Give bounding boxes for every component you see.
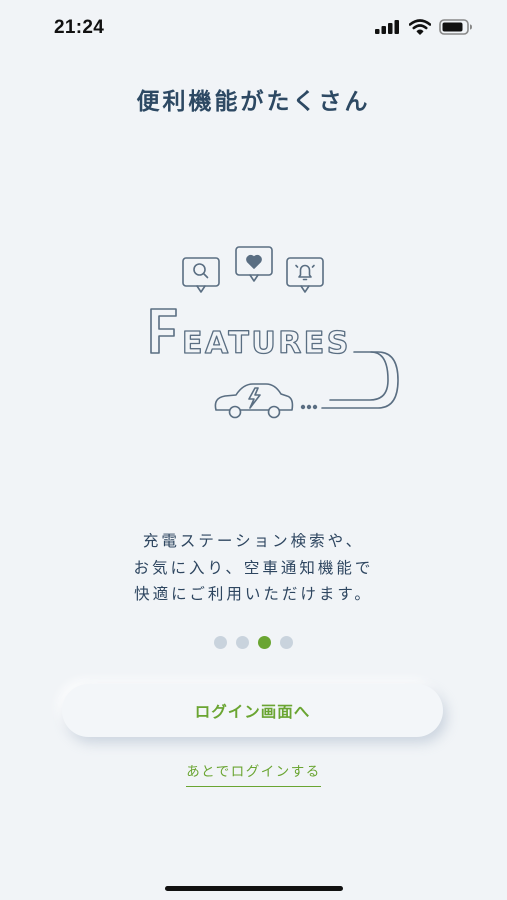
page-title: 便利機能がたくさん: [136, 89, 371, 115]
search-bubble-icon: [182, 257, 220, 293]
features-illustration: EATURES: [150, 246, 399, 419]
description-line: 快適にご利用いただけます。: [134, 585, 373, 603]
page-dot[interactable]: [236, 636, 249, 649]
page-dot[interactable]: [214, 636, 227, 649]
home-indicator[interactable]: [165, 886, 343, 891]
page-dot-active[interactable]: [258, 636, 271, 649]
status-bar: 21:24: [0, 0, 507, 56]
battery-icon: [439, 19, 472, 35]
description-line: 充電ステーション検索や、: [142, 532, 365, 550]
svg-text:EATURES: EATURES: [182, 326, 351, 361]
login-later-link[interactable]: あとでログインする: [186, 760, 321, 787]
feature-description: 充電ステーション検索や、 お気に入り、空車通知機能で 快適にご利用いただけます。: [0, 528, 507, 608]
features-word: EATURES: [150, 308, 399, 409]
status-icons: [375, 19, 473, 35]
bell-bubble-icon: [286, 257, 324, 293]
description-line: お気に入り、空車通知機能で: [133, 558, 374, 577]
wifi-icon: [409, 19, 431, 35]
page-dot[interactable]: [280, 636, 293, 649]
heart-bubble-icon: [235, 246, 273, 282]
page-indicator: [0, 636, 507, 649]
later-login-link-container: あとでログインする: [0, 760, 507, 787]
cellular-signal-icon: [375, 20, 399, 34]
login-screen-button[interactable]: ログイン画面へ: [62, 684, 443, 737]
status-time: 21:24: [54, 17, 105, 38]
ev-car-icon: [214, 383, 318, 419]
